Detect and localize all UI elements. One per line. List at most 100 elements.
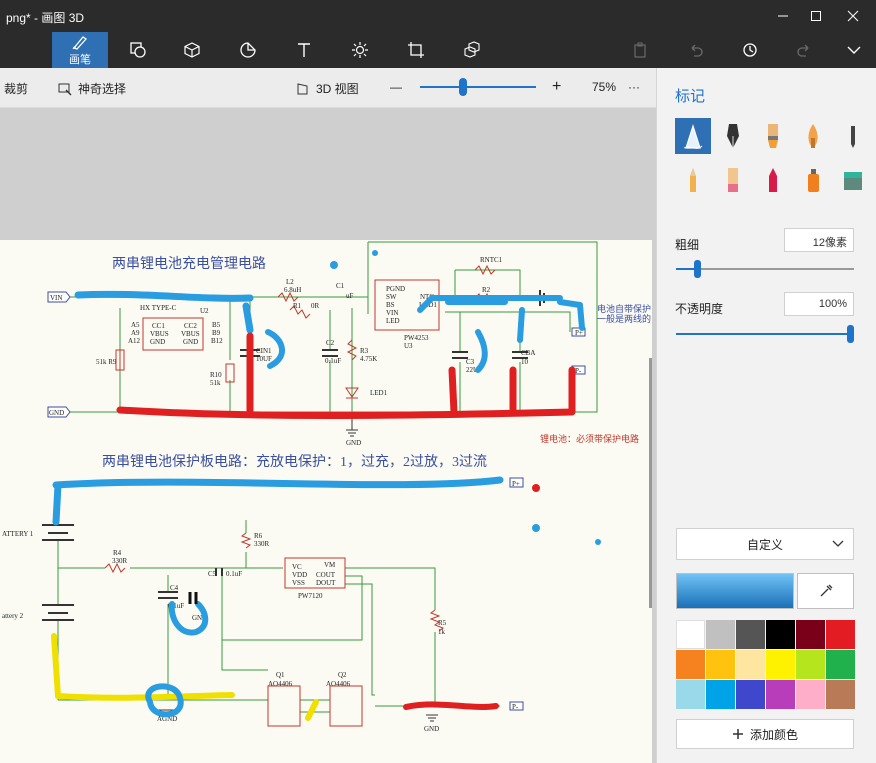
paste-button[interactable] <box>620 32 660 68</box>
label-l2: L2 <box>286 278 294 286</box>
color-swatch[interactable] <box>766 650 795 679</box>
opacity-input[interactable]: 100% <box>784 292 854 316</box>
color-swatch[interactable] <box>736 620 765 649</box>
crayon-icon <box>769 168 777 192</box>
color-swatch[interactable] <box>766 680 795 709</box>
chevron-down-icon <box>832 540 844 547</box>
label-led1: LED1 <box>370 389 388 397</box>
color-swatch[interactable] <box>676 680 705 709</box>
3d-shapes-tab[interactable] <box>172 32 212 68</box>
3d-view-button[interactable]: 3D 视图 <box>296 80 359 97</box>
color-swatch[interactable] <box>826 620 855 649</box>
color-swatch[interactable] <box>706 650 735 679</box>
color-swatch[interactable] <box>796 680 825 709</box>
color-swatch[interactable] <box>706 620 735 649</box>
fill-brush[interactable] <box>835 162 871 198</box>
paint3d-window: png* - 画图 3D 画笔 裁剪 神奇选择 3D 视图 — + 75% ··… <box>0 0 876 763</box>
label-u3: U3 <box>404 342 413 350</box>
crayon-brush[interactable] <box>755 162 791 198</box>
brushes-tab[interactable]: 画笔 <box>52 32 108 68</box>
color-swatch[interactable] <box>736 650 765 679</box>
battery-note: 锂电池：必须带保护电路 <box>540 433 639 444</box>
label-l2-value: 6.8uH <box>284 286 301 294</box>
pin-vdd: VDD <box>292 571 307 579</box>
opacity-slider-fill[interactable] <box>676 333 852 335</box>
stickers-tab[interactable] <box>228 32 268 68</box>
color-swatch[interactable] <box>736 680 765 709</box>
label-pw7120: PW7120 <box>298 592 323 600</box>
undo-icon <box>691 44 703 57</box>
color-swatch[interactable] <box>826 650 855 679</box>
thickness-slider-track[interactable] <box>676 268 854 270</box>
command-bar: 裁剪 神奇选择 3D 视图 — + 75% ··· <box>0 68 656 108</box>
current-color-swatch[interactable] <box>676 573 794 609</box>
effects-tab[interactable] <box>340 32 380 68</box>
drawing-canvas[interactable]: 两串锂电池充电管理电路 两串锂电池保护板电路：充放电保护：1，过充，2过放，3过… <box>0 240 652 763</box>
zoom-out-button[interactable]: — <box>390 80 402 94</box>
label-cba-value: 10 <box>521 358 529 366</box>
watercolor-brush[interactable] <box>795 118 831 154</box>
canvas-area[interactable]: 两串锂电池充电管理电路 两串锂电池保护板电路：充放电保护：1，过充，2过放，3过… <box>0 108 656 763</box>
color-swatch[interactable] <box>826 680 855 709</box>
label-r9: 51k R9 <box>96 358 117 366</box>
pin-led: LED <box>386 317 400 325</box>
zoom-slider-thumb[interactable] <box>459 78 467 96</box>
more-label: ··· <box>628 80 640 94</box>
2d-shapes-tab[interactable] <box>118 32 158 68</box>
close-button[interactable] <box>830 0 876 32</box>
thickness-slider-thumb[interactable] <box>694 260 701 278</box>
zoom-value[interactable]: 75% <box>592 80 616 94</box>
label-r5: R5 <box>438 619 447 627</box>
label-battery2: attery 2 <box>2 612 24 620</box>
color-swatch[interactable] <box>796 650 825 679</box>
label-c5: C5 <box>208 570 217 578</box>
label-c1: C1 <box>336 282 345 290</box>
net-vin: VIN <box>50 294 62 302</box>
label-q1-value: AO4406 <box>268 680 293 688</box>
pin-b9: B9 <box>212 329 221 337</box>
pin-vss: VSS <box>292 579 305 587</box>
label-r2: R2 <box>482 286 491 294</box>
3d-shapes-icon <box>184 42 200 58</box>
eyedropper-button[interactable] <box>797 573 854 609</box>
pixel-pen-brush[interactable] <box>835 118 871 154</box>
3d-library-tab[interactable] <box>452 32 492 68</box>
color-swatch[interactable] <box>766 620 795 649</box>
color-swatch[interactable] <box>676 650 705 679</box>
label-rntc1: RNTC1 <box>480 256 503 264</box>
pencil-brush[interactable] <box>675 162 711 198</box>
pin-a12: A12 <box>128 337 141 345</box>
crop-button[interactable]: 裁剪 <box>4 80 28 97</box>
zoom-slider-track[interactable] <box>420 86 536 88</box>
pin-pgnd: PGND <box>386 285 405 293</box>
redo-button[interactable] <box>784 32 824 68</box>
color-swatch[interactable] <box>706 680 735 709</box>
color-mode-dropdown[interactable]: 自定义 <box>676 528 854 560</box>
zoom-in-button[interactable]: + <box>552 78 561 96</box>
spray-can-brush[interactable] <box>795 162 831 198</box>
marker-brush[interactable] <box>675 118 711 154</box>
oil-brush[interactable] <box>755 118 791 154</box>
canvas-scrollbar[interactable] <box>649 358 652 608</box>
history-button[interactable] <box>730 32 770 68</box>
expand-button[interactable] <box>834 32 874 68</box>
canvas-tab[interactable] <box>396 32 436 68</box>
calligraphy-pen-brush[interactable] <box>715 118 751 154</box>
color-swatch[interactable] <box>676 620 705 649</box>
brush-panel: 标记 粗细 12像素 不透明度 100% 自定义 添加颜色 <box>656 68 876 763</box>
magic-select-button[interactable]: 神奇选择 <box>58 80 126 97</box>
pin-gnd: GND <box>150 338 165 346</box>
opacity-slider-thumb[interactable] <box>847 325 854 343</box>
side-note: 电池自带保护 <box>597 303 651 314</box>
marker-icon <box>683 124 703 149</box>
color-mode-label: 自定义 <box>746 537 783 552</box>
more-button[interactable]: ··· <box>628 80 640 94</box>
eraser-brush[interactable] <box>715 162 751 198</box>
undo-button[interactable] <box>676 32 716 68</box>
text-tab[interactable] <box>284 32 324 68</box>
label-r6: R6 <box>254 532 263 540</box>
2d-shapes-icon <box>130 42 146 58</box>
color-swatch[interactable] <box>796 620 825 649</box>
add-color-button[interactable]: 添加颜色 <box>676 719 854 749</box>
thickness-input[interactable]: 12像素 <box>784 228 854 252</box>
